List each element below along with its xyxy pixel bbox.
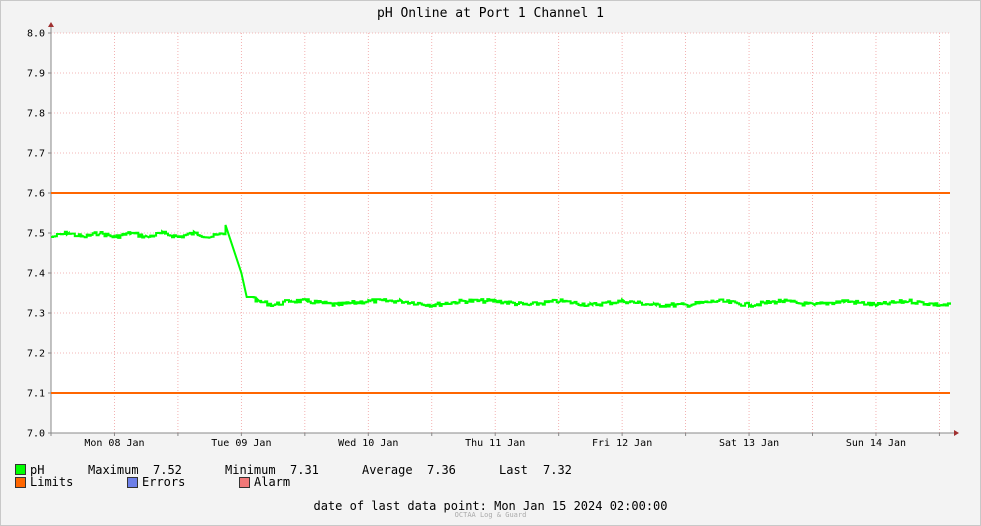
- y-tick-label: 7.0: [27, 429, 45, 440]
- y-tick-label: 8.0: [27, 29, 45, 40]
- y-tick-label: 7.8: [27, 109, 45, 120]
- y-tick-label: 7.9: [27, 69, 45, 80]
- chart-svg: 7.0 7.1 7.2 7.3 7.4 7.5 7.6 7.7 7.8 7.9 8.0 Mon 08…: [27, 22, 959, 449]
- y-tick-label: 7.1: [27, 389, 45, 400]
- grid: [50, 32, 950, 433]
- y-tick-label: 7.4: [27, 269, 45, 280]
- legend-avg-label: Average: [362, 463, 413, 477]
- y-tick-label: 7.2: [27, 349, 45, 360]
- y-tick-label: 7.6: [27, 189, 45, 200]
- legend-last-value: 7.32: [543, 463, 572, 477]
- ph-legend-swatch: [15, 464, 26, 475]
- legend-min-value: 7.31: [290, 463, 319, 477]
- legend-last-label: Last: [499, 463, 528, 477]
- x-tick-label: Sun 14 Jan: [846, 438, 906, 449]
- x-tick-label: Wed 10 Jan: [338, 438, 398, 449]
- x-tick-label: Tue 09 Jan: [211, 438, 271, 449]
- plot-area: [51, 33, 950, 433]
- x-tick-label: Mon 08 Jan: [84, 438, 144, 449]
- legend-errors-label: Errors: [142, 475, 186, 489]
- y-tick-label: 7.5: [27, 229, 45, 240]
- x-axis-ticks: Mon 08 Jan Tue 09 Jan Wed 10 Jan Thu 11 Jan…: [84, 438, 906, 449]
- x-tick-label: Fri 12 Jan: [592, 438, 652, 449]
- legend-limits-label: Limits: [30, 475, 74, 489]
- limits-legend-swatch: [15, 477, 26, 488]
- x-tick-label: Sat 13 Jan: [719, 438, 779, 449]
- alarm-legend-swatch: [239, 477, 250, 488]
- legend-alarm-label: Alarm: [254, 475, 291, 489]
- x-axis-arrow: [954, 430, 959, 436]
- y-axis-ticks: 7.0 7.1 7.2 7.3 7.4 7.5 7.6 7.7 7.8 7.9 8.0: [27, 29, 45, 440]
- credit-text: OCTAA Log & Guard: [454, 511, 527, 519]
- x-tick-label: Thu 11 Jan: [465, 438, 525, 449]
- y-axis-arrow: [48, 22, 54, 27]
- y-tick-label: 7.7: [27, 149, 45, 160]
- errors-legend-swatch: [127, 477, 138, 488]
- legend-avg-value: 7.36: [427, 463, 456, 477]
- y-tick-label: 7.3: [27, 309, 45, 320]
- legend-max-label: Maximum: [88, 463, 139, 477]
